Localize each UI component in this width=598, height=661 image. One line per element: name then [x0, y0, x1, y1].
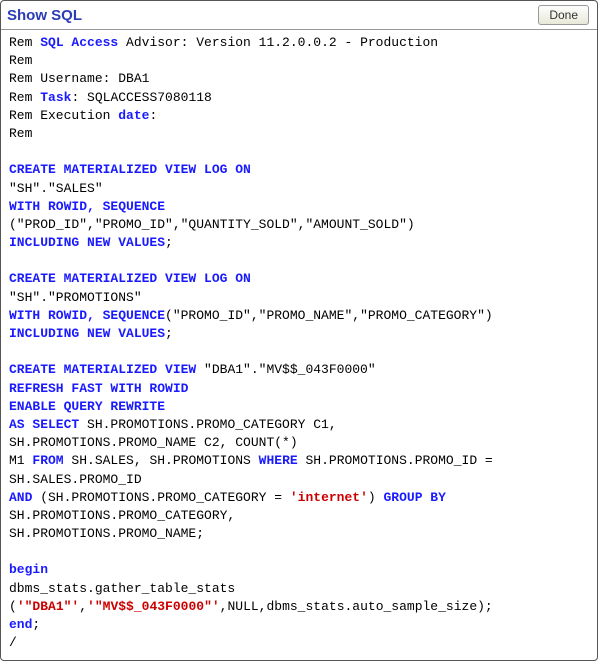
mv-l4a: AS SELECT	[9, 417, 79, 432]
rem-l4-b: Task	[40, 90, 71, 105]
plsql-l2: dbms_stats.gather_table_stats	[9, 581, 235, 596]
mvlog2-l3b: ("PROMO_ID","PROMO_NAME","PROMO_CATEGORY…	[165, 308, 493, 323]
sql-code: Rem SQL Access Advisor: Version 11.2.0.0…	[1, 30, 597, 660]
plsql-l3c: ,	[79, 599, 87, 614]
rem-l4-a: Rem	[9, 90, 40, 105]
mvlog1-l1: CREATE MATERIALIZED VIEW LOG ON	[9, 162, 251, 177]
rem-l2: Rem	[9, 53, 32, 68]
plsql-l3e: ,NULL,dbms_stats.auto_sample_size);	[220, 599, 493, 614]
plsql-l1: begin	[9, 562, 48, 577]
plsql-l3b: '"DBA1"'	[17, 599, 79, 614]
mv-l8d: )	[368, 490, 384, 505]
mvlog2-l4a: INCLUDING NEW VALUES	[9, 326, 165, 341]
mv-l6e: SH.PROMOTIONS.PROMO_ID =	[298, 453, 493, 468]
mv-l8a: AND	[9, 490, 32, 505]
mv-l6b: FROM	[32, 453, 63, 468]
mv-l2: REFRESH FAST WITH ROWID	[9, 381, 188, 396]
mvlog2-l1: CREATE MATERIALIZED VIEW LOG ON	[9, 271, 251, 286]
mv-l8c: 'internet'	[290, 490, 368, 505]
mv-l6a: M1	[9, 453, 32, 468]
panel-header: Show SQL Done	[1, 1, 597, 30]
mv-l3: ENABLE QUERY REWRITE	[9, 399, 165, 414]
mv-l7: SH.SALES.PROMO_ID	[9, 472, 142, 487]
mv-l6c: SH.SALES, SH.PROMOTIONS	[64, 453, 259, 468]
mv-l8e: GROUP BY	[383, 490, 445, 505]
mvlog1-l5b: ;	[165, 235, 173, 250]
panel-title: Show SQL	[7, 7, 82, 24]
done-button[interactable]: Done	[538, 5, 589, 25]
mvlog1-l2: "SH"."SALES"	[9, 181, 103, 196]
mv-l1b: "DBA1"."MV$$_043F0000"	[196, 362, 375, 377]
mvlog2-l2: "SH"."PROMOTIONS"	[9, 290, 142, 305]
mv-l1a: CREATE MATERIALIZED VIEW	[9, 362, 196, 377]
show-sql-panel: Show SQL Done Rem SQL Access Advisor: Ve…	[0, 0, 598, 661]
plsql-l4a: end	[9, 617, 32, 632]
plsql-l4b: ;	[32, 617, 40, 632]
mv-l10: SH.PROMOTIONS.PROMO_NAME;	[9, 526, 204, 541]
plsql-l3a: (	[9, 599, 17, 614]
rem-l5-b: date	[118, 108, 149, 123]
mvlog1-l3: WITH ROWID, SEQUENCE	[9, 199, 165, 214]
mv-l6d: WHERE	[259, 453, 298, 468]
rem-l1-a: Rem	[9, 35, 40, 50]
rem-l5-c: :	[149, 108, 157, 123]
rem-l6: Rem	[9, 126, 32, 141]
rem-l4-c: : SQLACCESS7080118	[71, 90, 211, 105]
mvlog2-l4b: ;	[165, 326, 173, 341]
mvlog2-l3a: WITH ROWID, SEQUENCE	[9, 308, 165, 323]
plsql-l3d: '"MV$$_043F0000"'	[87, 599, 220, 614]
mv-l5: SH.PROMOTIONS.PROMO_NAME C2, COUNT(*)	[9, 435, 298, 450]
mv-l9: SH.PROMOTIONS.PROMO_CATEGORY,	[9, 508, 235, 523]
rem-l1-b: SQL Access	[40, 35, 118, 50]
plsql-l5: /	[9, 635, 17, 650]
rem-l5-a: Rem Execution	[9, 108, 118, 123]
mvlog1-l5a: INCLUDING NEW VALUES	[9, 235, 165, 250]
mvlog1-l4: ("PROD_ID","PROMO_ID","QUANTITY_SOLD","A…	[9, 217, 415, 232]
rem-l3: Rem Username: DBA1	[9, 71, 149, 86]
mv-l8b: (SH.PROMOTIONS.PROMO_CATEGORY =	[32, 490, 289, 505]
mv-l4b: SH.PROMOTIONS.PROMO_CATEGORY C1,	[79, 417, 336, 432]
rem-l1-c: Advisor: Version 11.2.0.0.2 - Production	[118, 35, 438, 50]
